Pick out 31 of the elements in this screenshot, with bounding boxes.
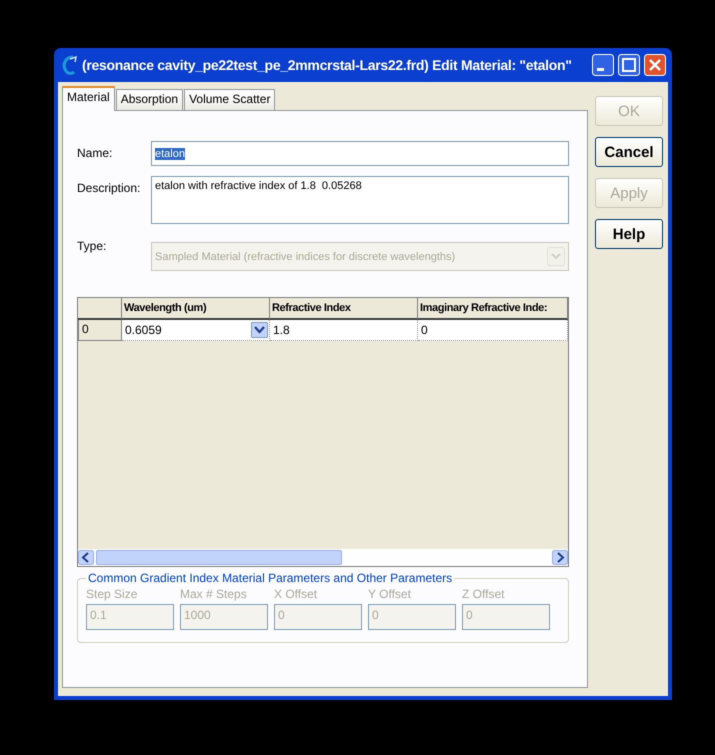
scroll-left-icon[interactable] xyxy=(78,550,94,565)
field-label: Type: xyxy=(77,238,108,253)
parameter-label: Z Offset xyxy=(462,587,506,601)
app-icon xyxy=(60,55,78,75)
scroll-right-icon[interactable] xyxy=(552,550,568,565)
minimize-icon[interactable] xyxy=(592,54,614,76)
name-field[interactable]: etalon xyxy=(151,141,569,166)
dialog-button[interactable]: Help xyxy=(595,219,663,249)
column-header: Wavelength (um) xyxy=(122,298,270,320)
dialog-button[interactable]: Cancel xyxy=(595,137,663,167)
table-cell[interactable]: 0 xyxy=(418,320,568,341)
window-title: (resonance cavity_pe22test_pe_2mmcrstal-Lars22.frd) Edit Material: "etalon" xyxy=(82,57,573,73)
parameter-label: Step Size xyxy=(86,587,138,601)
field-label: Description: xyxy=(77,180,142,195)
column-header: Imaginary Refractive Inde: xyxy=(418,298,568,320)
group-title: Common Gradient Index Material Parameters and Other Parameters xyxy=(87,571,454,585)
scroll-thumb[interactable] xyxy=(96,550,342,565)
maximize-icon[interactable] xyxy=(618,54,640,76)
close-icon[interactable] xyxy=(644,54,666,76)
tab[interactable]: Material xyxy=(62,86,115,111)
description-field[interactable]: etalon with refractive index of 1.8 0.05268 xyxy=(151,176,569,224)
field-label: Name: xyxy=(77,145,114,160)
parameter-label: Max # Steps xyxy=(180,587,248,601)
parameter-label: Y Offset xyxy=(368,587,412,601)
parameter-label: X Offset xyxy=(274,587,318,601)
column-header: Refractive Index xyxy=(270,298,418,320)
table-cell[interactable]: 1.8 xyxy=(270,320,418,341)
tab[interactable]: Volume Scatter xyxy=(184,89,276,110)
table-cell[interactable]: 0.6059 xyxy=(122,320,270,341)
tab[interactable]: Absorption xyxy=(116,89,184,110)
horizontal-scrollbar[interactable] xyxy=(78,549,568,566)
